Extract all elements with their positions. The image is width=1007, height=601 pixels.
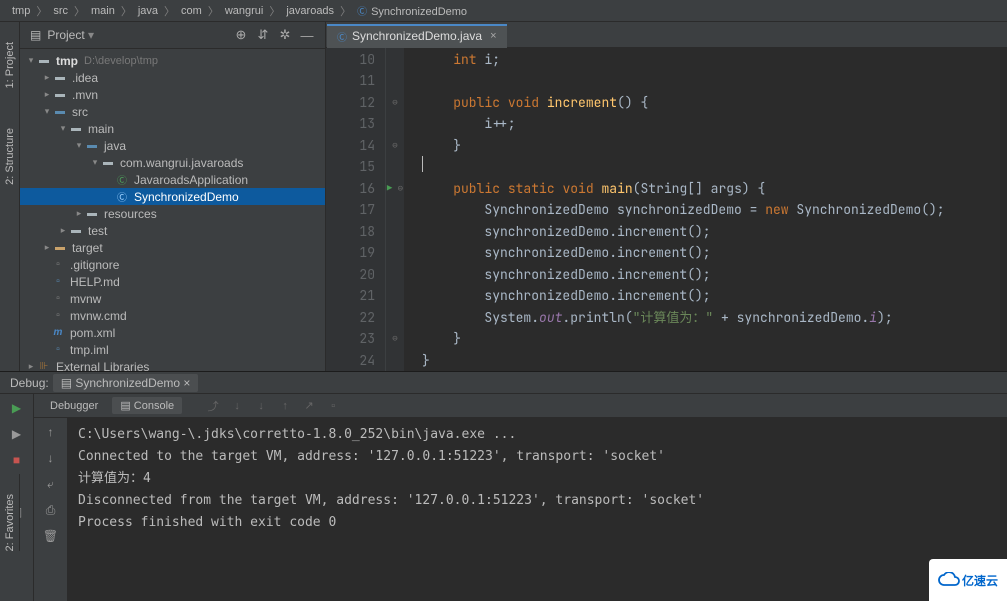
tree-item[interactable]: ▸⊪External Libraries (20, 358, 325, 371)
tree-item[interactable]: ▸▬.mvn (20, 86, 325, 103)
breadcrumb-bar: tmp〉 src〉 main〉 java〉 com〉 wangrui〉 java… (0, 0, 1007, 22)
crumb[interactable]: javaroads (282, 5, 338, 17)
minimize-icon[interactable]: — (299, 27, 315, 43)
step-icon[interactable]: ⤴ (204, 397, 222, 415)
tree-item[interactable]: ▫tmp.iml (20, 341, 325, 358)
rerun-icon[interactable]: ▶ (9, 400, 25, 416)
console-toolbar: ↑ ↓ ⤶ ⎙ 🗑 (34, 418, 68, 601)
run-icon[interactable]: ▶ (387, 178, 392, 200)
gutter-marks: ⊖⊖▶ ⊖⊖ (386, 48, 404, 372)
tree-item[interactable]: ▫mvnw (20, 290, 325, 307)
tree-item[interactable]: ▾▬com.wangrui.javaroads (20, 154, 325, 171)
console-line: Connected to the target VM, address: '12… (78, 446, 997, 468)
clear-icon[interactable]: 🗑 (43, 528, 59, 544)
debug-tabs-row: Debugger ▤ Console ⤴ ↓ ↓ ↑ ↗ ▫ (34, 394, 1007, 418)
tree-item[interactable]: ▸▬.idea (20, 69, 325, 86)
tree-item[interactable]: ▸▬resources (20, 205, 325, 222)
crumb[interactable]: java (134, 5, 162, 17)
debug-title: Debug: (10, 376, 49, 390)
console-line: C:\Users\wang-\.jdks\corretto-1.8.0_252\… (78, 424, 997, 446)
stop-icon[interactable]: ■ (9, 452, 25, 468)
print-icon[interactable]: ⎙ (43, 502, 59, 518)
left-tool-strip: 1: Project 2: Structure (0, 22, 20, 371)
tree-item[interactable]: ▫mvnw.cmd (20, 307, 325, 324)
filter-icon[interactable]: ⇵ (255, 27, 271, 43)
left-tool-strip-bottom: 2: Favorites (0, 474, 20, 551)
step-icon[interactable]: ↓ (228, 397, 246, 415)
tree-item[interactable]: mpom.xml (20, 324, 325, 341)
tool-tab-structure[interactable]: 2: Structure (4, 128, 16, 185)
file-tab[interactable]: Ⓒ SynchronizedDemo.java × (327, 24, 507, 48)
tab-console[interactable]: ▤ Console (112, 397, 182, 414)
cloud-icon (938, 572, 960, 588)
folder-icon: ▤ (30, 28, 41, 42)
crumb[interactable]: com (177, 5, 206, 17)
tree-item[interactable]: ▾▬main (20, 120, 325, 137)
tool-tab-favorites[interactable]: 2: Favorites (4, 494, 16, 551)
tree-root[interactable]: ▾▬tmpD:\develop\tmp (20, 52, 325, 69)
code-editor[interactable]: 101112131415161718192021222324 ⊖⊖▶ ⊖⊖ in… (326, 48, 1007, 372)
editor-area: Ⓒ SynchronizedDemo.java × 10111213141516… (326, 22, 1007, 371)
resume-icon[interactable]: ▶ (9, 426, 25, 442)
file-tab-label: SynchronizedDemo.java (352, 29, 482, 43)
up-icon[interactable]: ↑ (43, 424, 59, 440)
editor-tabs: Ⓒ SynchronizedDemo.java × (326, 22, 1007, 48)
console-output[interactable]: C:\Users\wang-\.jdks\corretto-1.8.0_252\… (68, 418, 1007, 601)
down-icon[interactable]: ↓ (43, 450, 59, 466)
target-icon[interactable]: ⊕ (233, 27, 249, 43)
tree-item[interactable]: ▾▬java (20, 137, 325, 154)
crumb[interactable]: wangrui (221, 5, 268, 17)
tool-tab-project[interactable]: 1: Project (4, 42, 16, 88)
tree-item-selected[interactable]: ⒸSynchronizedDemo (20, 188, 325, 205)
console-line: Disconnected from the target VM, address… (78, 490, 997, 512)
debug-config-tab[interactable]: ▤ SynchronizedDemo × (53, 374, 199, 392)
step-icon[interactable]: ↓ (252, 397, 270, 415)
code-content[interactable]: int i; public void increment() { i++; } … (404, 48, 1007, 372)
step-icon[interactable]: ↗ (300, 397, 318, 415)
console-line: 计算值为：4 (78, 468, 997, 490)
debug-header: Debug: ▤ SynchronizedDemo × (0, 372, 1007, 394)
tree-item[interactable]: ⒸJavaroadsApplication (20, 171, 325, 188)
project-header: ▤ Project ▾ ⊕ ⇵ ✲ — (20, 22, 325, 49)
crumb[interactable]: ⒸSynchronizedDemo (353, 3, 471, 18)
project-tree: ▾▬tmpD:\develop\tmp ▸▬.idea ▸▬.mvn ▾▬src… (20, 49, 325, 371)
step-icon[interactable]: ▫ (324, 397, 342, 415)
crumb[interactable]: main (87, 5, 119, 17)
line-gutter: 101112131415161718192021222324 (326, 48, 386, 372)
tree-item[interactable]: ▸▬test (20, 222, 325, 239)
project-title: Project ▾ (47, 28, 227, 42)
crumb[interactable]: src (49, 5, 72, 17)
brand-badge: 亿速云 (929, 559, 1007, 601)
class-icon: Ⓒ (337, 29, 347, 44)
step-icon[interactable]: ↑ (276, 397, 294, 415)
gear-icon[interactable]: ✲ (277, 27, 293, 43)
tree-item[interactable]: ▫HELP.md (20, 273, 325, 290)
tree-item[interactable]: ▸▬target (20, 239, 325, 256)
tab-debugger[interactable]: Debugger (42, 398, 106, 414)
close-icon[interactable]: × (490, 30, 496, 42)
project-panel: ▤ Project ▾ ⊕ ⇵ ✲ — ▾▬tmpD:\develop\tmp … (20, 22, 326, 371)
console-line: Process finished with exit code 0 (78, 512, 997, 534)
wrap-icon[interactable]: ⤶ (43, 476, 59, 492)
debug-panel: Debug: ▤ SynchronizedDemo × ▶ ▶ ■ ● ▣ De… (0, 371, 1007, 601)
crumb[interactable]: tmp (8, 5, 34, 17)
text-cursor (422, 156, 423, 172)
tree-item[interactable]: ▾▬src (20, 103, 325, 120)
tree-item[interactable]: ▫.gitignore (20, 256, 325, 273)
